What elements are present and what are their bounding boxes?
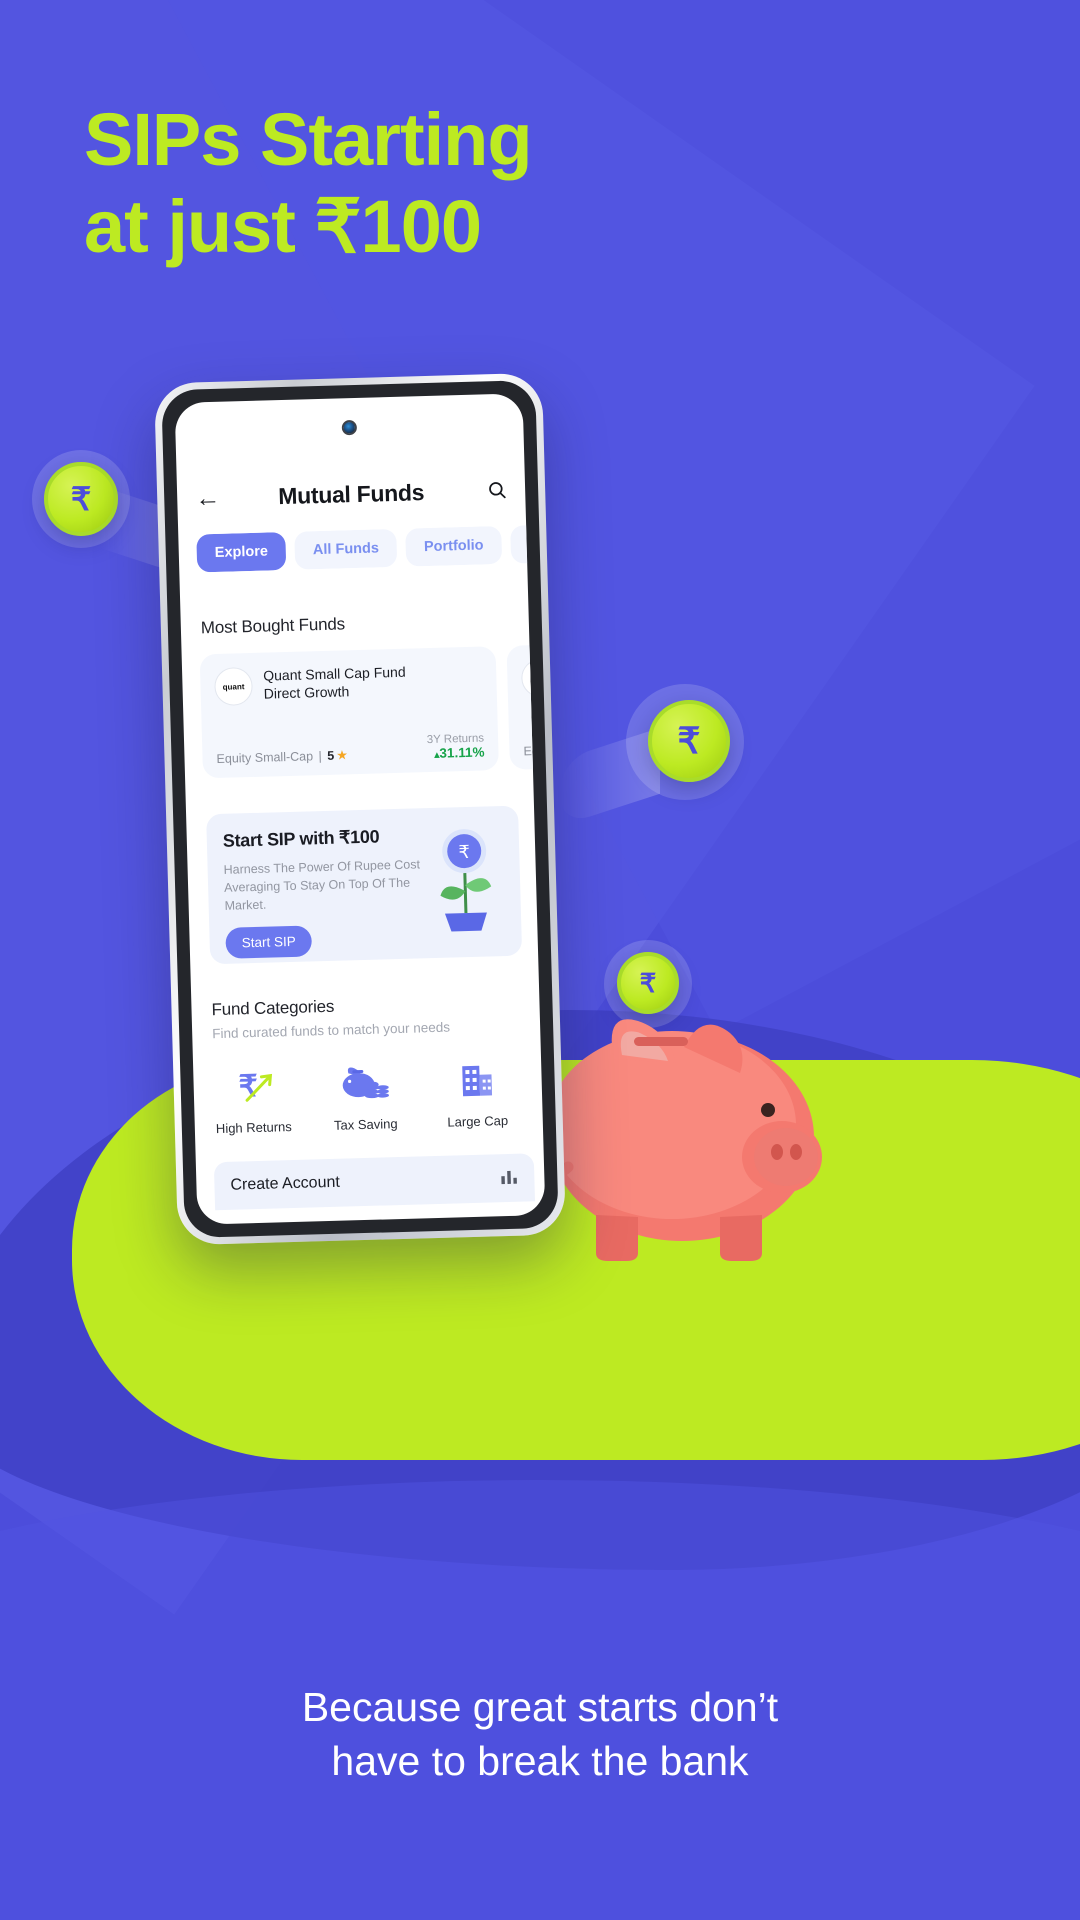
category-label: Tax Saving	[333, 1116, 398, 1133]
fund-categories-list: ₹ High Returns Tax Saving Large Cap	[213, 1055, 543, 1136]
category-label: Large Cap	[447, 1112, 509, 1130]
phone-bezel: ← Mutual Funds Explore All Funds Portfol…	[161, 379, 559, 1239]
tab-orders[interactable]: Orders	[510, 525, 528, 564]
bar-chart-icon	[500, 1167, 519, 1188]
fund-logo-hdfc: ◼	[520, 658, 546, 698]
headline-line-1: SIPs Starting	[84, 98, 533, 181]
fund-card-quant[interactable]: quant Quant Small Cap Fund Direct Growth…	[199, 646, 499, 779]
fund-returns: 3Y Returns ▴31.11%	[427, 733, 485, 762]
fund-card-header: ◼ H D	[520, 652, 546, 698]
piggy-bank-illustration	[541, 1019, 822, 1261]
category-high-returns[interactable]: ₹ High Returns	[213, 1062, 293, 1136]
most-bought-funds-title: Most Bought Funds	[200, 614, 346, 638]
fund-rating-value: 5	[327, 748, 335, 763]
bottom-caption: Because great starts don’t have to break…	[0, 1680, 1080, 1788]
caption-line-1: Because great starts don’t	[301, 1684, 779, 1730]
create-account-label: Create Account	[230, 1173, 341, 1194]
page-title: Mutual Funds	[277, 478, 425, 509]
fund-categories-title: Fund Categories	[211, 996, 335, 1020]
tab-bar: Explore All Funds Portfolio Orders	[178, 525, 528, 573]
phone-mockup: ← Mutual Funds Explore All Funds Portfol…	[154, 372, 566, 1246]
create-account-bar[interactable]: Create Account	[213, 1153, 536, 1211]
fund-category-rating: Equity Small-Cap | 5 ★	[216, 747, 348, 767]
start-sip-promo-card[interactable]: Start SIP with ₹100 Harness The Power Of…	[206, 805, 523, 965]
search-icon[interactable]	[481, 480, 508, 501]
phone-frame: ← Mutual Funds Explore All Funds Portfol…	[154, 372, 566, 1246]
headline-line-2: at just ₹100	[84, 185, 482, 269]
category-tax-saving[interactable]: Tax Saving	[325, 1059, 405, 1133]
fund-category: Equity Small-Cap	[216, 749, 314, 766]
fund-name: Quant Small Cap Fund Direct Growth	[263, 663, 406, 704]
sip-card-subtitle: Harness The Power Of Rupee Cost Averagin…	[223, 857, 421, 913]
fund-card-hdfc[interactable]: ◼ H D Equity M	[506, 637, 546, 770]
rupee-plant-icon: ₹	[440, 829, 492, 932]
fund-name-line-2: Direct Growth	[263, 683, 350, 703]
piggy-coins-icon	[325, 1059, 404, 1109]
fund-meta-separator: |	[314, 748, 326, 764]
rupee-growth-icon: ₹	[213, 1062, 292, 1112]
star-icon: ★	[336, 747, 349, 763]
fund-returns-number: 31.11%	[439, 744, 485, 761]
tab-explore[interactable]: Explore	[196, 531, 287, 573]
phone-screen: ← Mutual Funds Explore All Funds Portfol…	[174, 393, 546, 1225]
category-label: High Returns	[215, 1119, 292, 1137]
tab-all-funds[interactable]: All Funds	[294, 528, 398, 570]
fund-categories-subtitle: Find curated funds to match your needs	[212, 1019, 451, 1042]
app-header: ← Mutual Funds	[177, 467, 526, 521]
fund-card-footer: Equity Small-Cap | 5 ★ 3Y Returns ▴31.11…	[216, 733, 485, 767]
tab-portfolio[interactable]: Portfolio	[405, 525, 503, 567]
caption-line-2: have to break the bank	[331, 1738, 749, 1785]
fund-card-header: quant Quant Small Cap Fund Direct Growth	[214, 661, 483, 707]
headline: SIPs Starting at just ₹100	[84, 96, 533, 271]
back-arrow-icon[interactable]: ←	[195, 483, 222, 512]
building-icon	[437, 1056, 516, 1106]
fund-card-footer: Equity M	[523, 737, 545, 758]
svg-text:₹: ₹	[458, 842, 470, 862]
category-large-cap[interactable]: Large Cap	[437, 1056, 517, 1130]
start-sip-button[interactable]: Start SIP	[225, 925, 313, 960]
rupee-coin-right: ₹	[648, 700, 730, 782]
fund-card-carousel[interactable]: quant Quant Small Cap Fund Direct Growth…	[199, 637, 546, 779]
fund-logo-quant: quant	[214, 666, 254, 707]
fund-returns-value: ▴31.11%	[427, 744, 485, 762]
fund-category: Equity M	[523, 743, 546, 759]
rupee-coin-left: ₹	[44, 462, 118, 536]
front-camera-icon	[341, 419, 358, 436]
